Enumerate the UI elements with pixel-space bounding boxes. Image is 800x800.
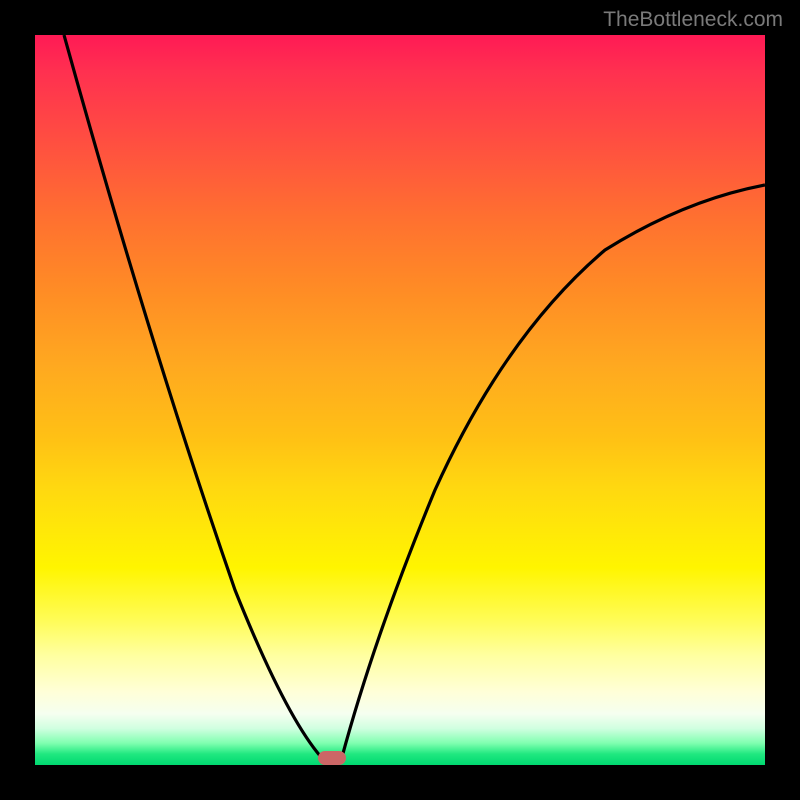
optimum-marker <box>318 751 346 765</box>
curve-left-branch <box>64 35 321 757</box>
curve-right-branch <box>342 185 765 757</box>
chart-frame: TheBottleneck.com <box>0 0 800 800</box>
watermark-text: TheBottleneck.com <box>603 8 783 32</box>
bottleneck-curve <box>35 35 765 765</box>
